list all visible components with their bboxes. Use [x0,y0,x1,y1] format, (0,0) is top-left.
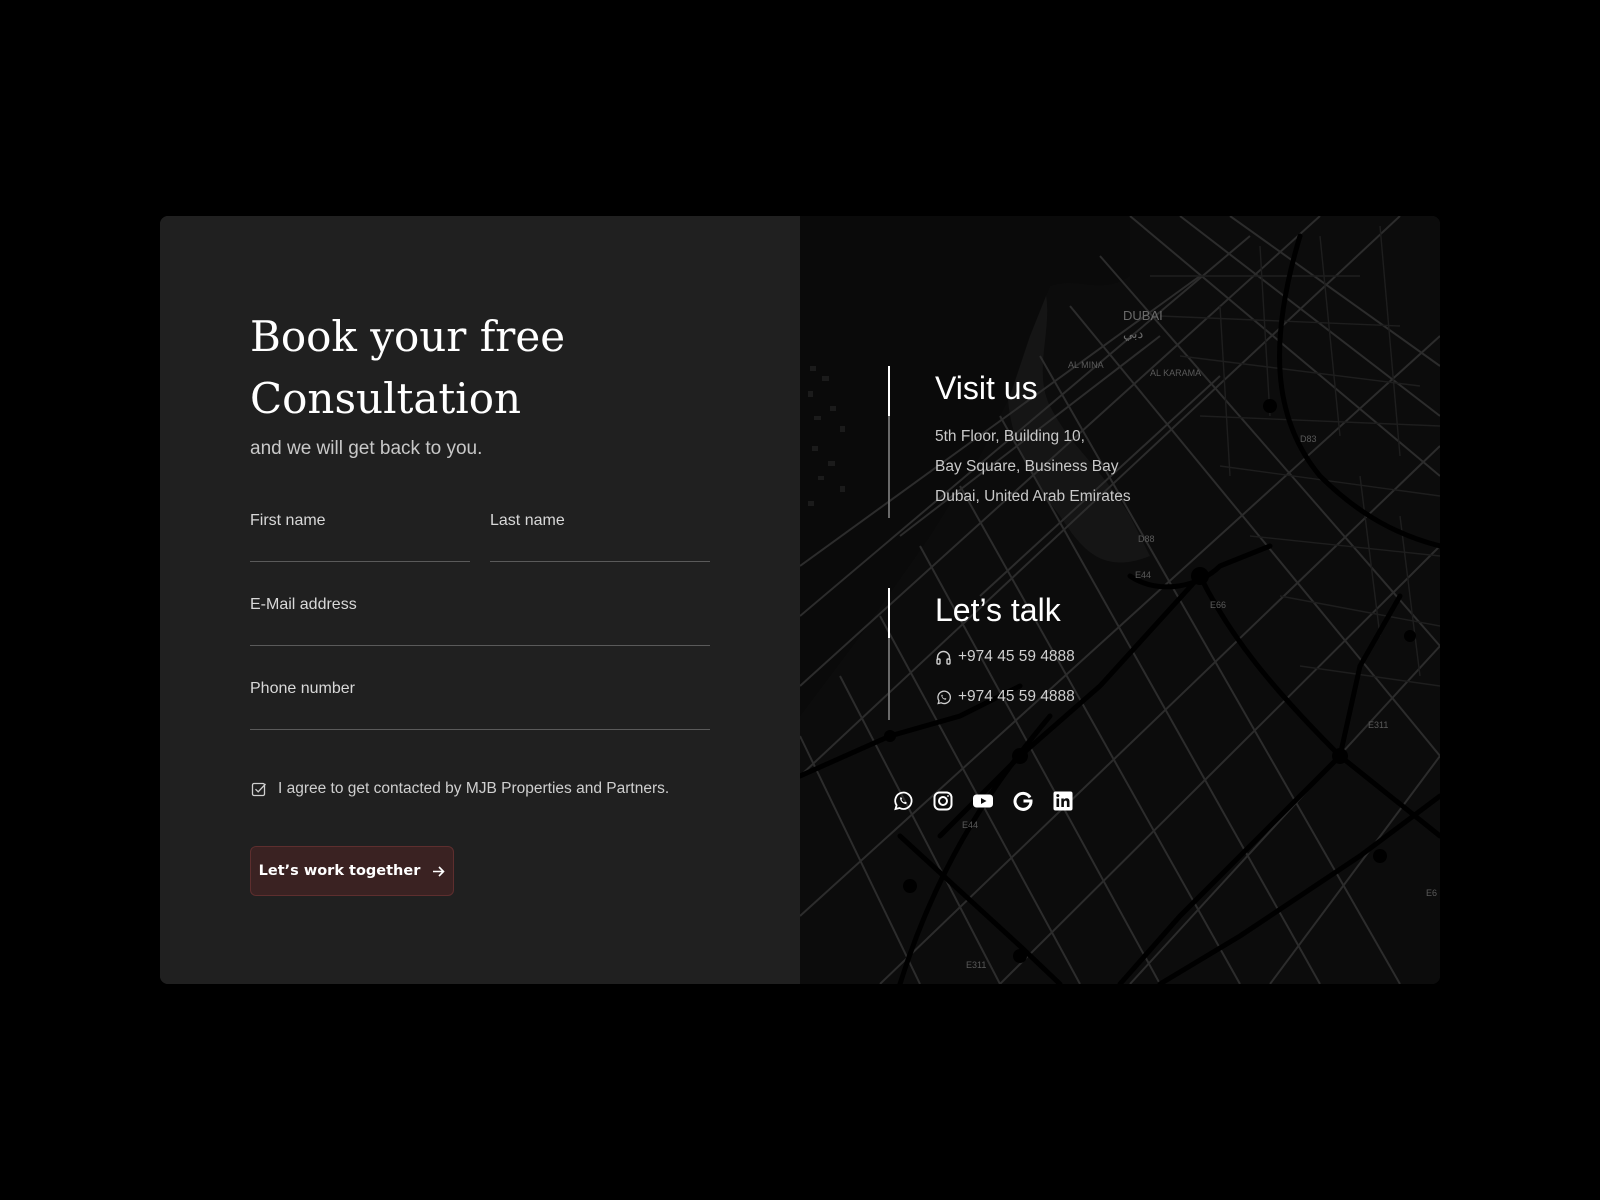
visit-section-bar [888,366,890,518]
form-heading: Book your free Consultation [250,306,690,430]
talk-section-bar [888,588,890,720]
map-label-e44-b: E44 [962,820,978,830]
address-line-2: Bay Square, Business Bay [935,458,1119,475]
social-youtube[interactable] [972,790,994,812]
whatsapp-number[interactable]: +974 45 59 4888 [958,688,1075,706]
heading-line-2: Consultation [250,374,522,423]
instagram-icon [933,791,953,811]
social-linkedin[interactable] [1052,790,1074,812]
consent-row[interactable]: I agree to get contacted by MJB Properti… [250,780,669,798]
heading-line-1: Book your free [250,312,566,361]
address-line-3: Dubai, United Arab Emirates [935,488,1131,505]
whatsapp-icon [894,791,913,811]
whatsapp-row[interactable]: +974 45 59 4888 [935,688,1075,706]
map-label-d83: D83 [1300,434,1317,444]
phone-input[interactable] [250,704,710,728]
social-whatsapp[interactable] [892,790,914,812]
linkedin-icon [1053,791,1073,811]
whatsapp-icon [937,690,951,704]
checkbox-checked-icon [251,782,266,797]
first-name-label: First name [250,512,326,529]
lets-talk-title: Let’s talk [935,592,1061,628]
submit-button[interactable]: Let’s work together [250,846,454,896]
map-label-dubai-arabic: دبي [1123,326,1143,341]
email-input[interactable] [250,620,710,644]
phone-field[interactable]: Phone number [250,680,710,730]
last-name-input[interactable] [490,536,710,560]
map-label-al-karama: AL KARAMA [1150,368,1201,378]
phone-label: Phone number [250,680,355,697]
last-name-underline [490,561,710,562]
youtube-icon [973,794,993,808]
social-links [892,790,1074,812]
map-label-d88: D88 [1138,534,1155,544]
phone-number[interactable]: +974 45 59 4888 [958,648,1075,666]
map-label-dubai: DUBAI [1123,308,1163,323]
form-subheading: and we will get back to you. [250,438,483,459]
map-label-e311-a: E311 [1368,720,1388,730]
email-field[interactable]: E-Mail address [250,596,710,646]
map-label-e311-b: E311 [966,960,986,970]
dubai-map: DUBAI دبي AL MINA AL KARAMA D83 D88 E44 … [800,216,1440,984]
map-label-e6: E6 [1426,888,1437,898]
last-name-field[interactable]: Last name [490,512,710,562]
social-instagram[interactable] [932,790,954,812]
address-line-1: 5th Floor, Building 10, [935,428,1085,445]
first-name-input[interactable] [250,536,470,560]
first-name-field[interactable]: First name [250,512,470,562]
consultation-card: Book your free Consultation and we will … [160,216,1440,984]
google-icon [1013,791,1033,811]
email-underline [250,645,710,646]
visit-us-title: Visit us [935,370,1038,406]
social-google[interactable] [1012,790,1034,812]
map-label-al-mina: AL MINA [1068,360,1104,370]
arrow-right-icon [433,865,446,877]
map-label-e44-a: E44 [1135,570,1151,580]
phone-underline [250,729,710,730]
consent-label: I agree to get contacted by MJB Properti… [278,780,670,797]
last-name-label: Last name [490,512,565,529]
map-label-e66: E66 [1210,600,1226,610]
address-block: 5th Floor, Building 10, Bay Square, Busi… [935,422,1131,512]
email-label: E-Mail address [250,596,357,613]
headset-icon [936,650,951,665]
consent-checkbox[interactable] [250,780,268,798]
map-panel: DUBAI دبي AL MINA AL KARAMA D83 D88 E44 … [800,216,1440,984]
submit-button-label: Let’s work together [258,863,421,879]
phone-row[interactable]: +974 45 59 4888 [935,648,1075,666]
contact-form-panel: Book your free Consultation and we will … [160,216,800,984]
first-name-underline [250,561,470,562]
